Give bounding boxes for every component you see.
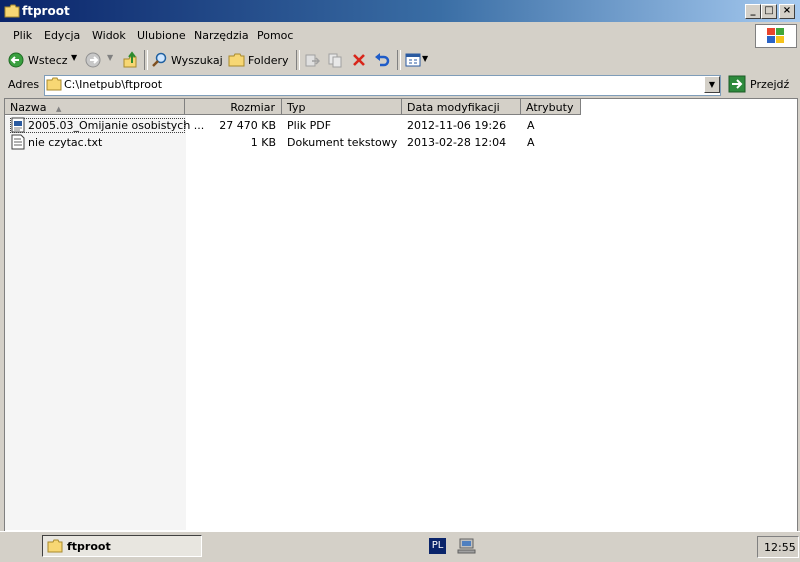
address-label: Adres [8,78,40,91]
file-attributes: A [527,119,535,132]
column-type-label: Typ [287,101,306,114]
minimize-button[interactable]: _ [745,4,761,19]
windows-logo [755,24,797,48]
file-name[interactable]: nie czytac.txt [28,136,102,149]
go-button[interactable]: Przejdź [750,78,789,91]
folders-icon[interactable] [228,52,245,68]
column-attributes-label: Atrybuty [526,101,574,114]
file-size: 27 470 KB [219,119,276,132]
taskbar-button-ftproot[interactable] [42,535,202,557]
column-header-name[interactable]: Nazwa ▲ [5,99,185,115]
copy-to-icon[interactable] [327,52,343,68]
column-header-type[interactable]: Typ [282,99,402,115]
go-arrow-icon[interactable] [728,75,746,93]
folders-button[interactable]: Foldery [248,54,289,67]
column-modified-label: Data modyfikacji [407,101,500,114]
taskbar-button-label: ftproot [67,540,111,553]
column-header-size[interactable]: Rozmiar [185,99,282,115]
forward-dropdown-icon[interactable]: ▼ [107,53,113,62]
toolbar-separator [296,50,300,70]
windows-flag-icon [767,28,784,43]
up-folder-icon[interactable] [122,51,138,69]
toolbar-separator [144,50,148,70]
file-modified: 2012-11-06 19:26 [407,119,507,132]
forward-arrow-icon[interactable] [85,52,101,68]
sorted-column-shade [5,116,186,530]
clock[interactable]: 12:55 [764,541,796,554]
file-type: Plik PDF [287,119,332,132]
move-to-icon[interactable] [304,52,320,68]
back-dropdown-icon[interactable]: ▼ [71,53,77,62]
column-header-attributes[interactable]: Atrybuty [521,99,581,115]
menu-widok[interactable]: Widok [92,29,126,42]
back-arrow-icon[interactable] [8,52,24,68]
column-size-label: Rozmiar [230,101,275,114]
menu-edycja[interactable]: Edycja [44,29,80,42]
pdf-file-icon [11,117,25,133]
title-bar[interactable] [0,0,800,22]
column-name-label: Nazwa [10,101,47,114]
toolbar-separator [397,50,401,70]
window-title: ftproot [22,4,70,18]
folder-icon [46,77,62,91]
network-icon[interactable] [457,537,477,555]
back-button[interactable]: Wstecz [28,54,68,67]
menu-pomoc[interactable]: Pomoc [257,29,293,42]
delete-icon[interactable] [351,52,367,68]
address-dropdown-icon[interactable]: ▼ [704,76,720,93]
language-indicator[interactable]: PL [429,538,446,554]
menu-narzedzia[interactable]: Narzędzia [194,29,249,42]
file-type: Dokument tekstowy [287,136,398,149]
sort-ascending-icon: ▲ [55,105,62,113]
maximize-button[interactable]: □ [761,4,777,19]
menu-ulubione[interactable]: Ulubione [137,29,186,42]
search-button[interactable]: Wyszukaj [171,54,223,67]
file-size: 1 KB [250,136,276,149]
folder-icon [4,4,20,18]
file-name[interactable]: 2005.03_Omijanie osobistych ... [28,119,204,132]
close-button[interactable]: × [779,4,795,19]
search-icon[interactable] [151,52,167,68]
address-value[interactable]: C:\Inetpub\ftproot [64,78,162,91]
column-header-modified[interactable]: Data modyfikacji [402,99,521,115]
file-modified: 2013-02-28 12:04 [407,136,507,149]
views-dropdown-icon[interactable]: ▼ [422,54,428,63]
file-attributes: A [527,136,535,149]
folder-icon [47,539,63,553]
views-icon[interactable] [405,52,421,68]
menu-plik[interactable]: Plik [13,29,32,42]
text-file-icon [11,134,25,150]
undo-icon[interactable] [374,52,390,68]
